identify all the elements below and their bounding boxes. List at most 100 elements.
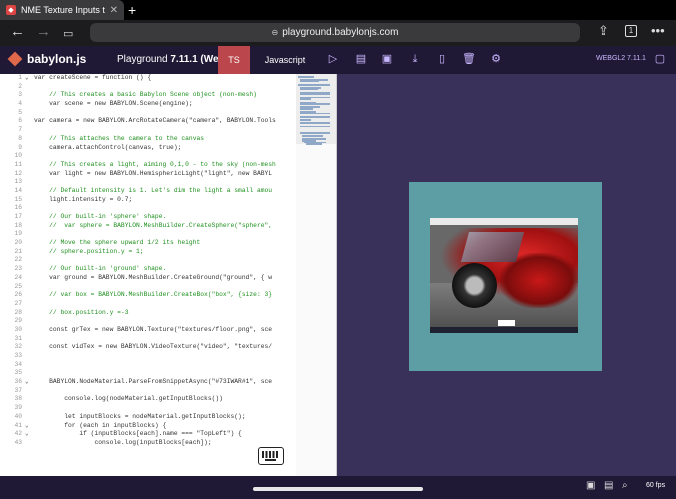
code-line[interactable] [34,256,296,265]
examples-icon[interactable]: ▢ [653,52,667,66]
code-line[interactable] [34,352,296,361]
code-line[interactable]: var ground = BABYLON.MeshBuilder.CreateG… [34,274,296,283]
new-tab-button[interactable]: + [128,2,136,18]
line-number: 28 [0,309,34,318]
code-line[interactable]: // Default intensity is 1. Let's dim the… [34,187,296,196]
line-number-text: 21 [14,247,22,255]
run-icon[interactable]: ▷ [326,52,340,66]
fps-counter: 60 fps [646,482,666,489]
line-number-text: 1 [18,74,22,81]
share-icon[interactable]: ⇪ [598,23,609,39]
code-line[interactable] [34,283,296,292]
code-line[interactable] [34,335,296,344]
line-number-text: 3 [18,91,22,99]
code-line[interactable] [34,361,296,370]
code-line[interactable]: light.intensity = 0.7; [34,196,296,205]
code-line[interactable]: // This attaches the camera to the canva… [34,135,296,144]
inspector-icon[interactable]: ▣ [586,480,595,491]
line-number-text: 7 [18,126,22,134]
code-line[interactable]: console.log(inputBlocks[each]); [34,439,296,448]
reader-icon[interactable]: ▭ [63,26,73,42]
settings-icon[interactable]: ⚙ [489,52,503,66]
line-number: 20 [0,239,34,248]
code-line[interactable] [34,109,296,118]
code-line[interactable]: // This creates a light, aiming 0,1,0 - … [34,161,296,170]
code-line[interactable]: // var box = BABYLON.MeshBuilder.CreateB… [34,291,296,300]
more-icon[interactable]: ••• [651,23,665,38]
code-line[interactable]: camera.attachControl(canvas, true); [34,144,296,153]
browser-tab[interactable]: ◆ NME Texture Inputs test ✕ [0,0,124,20]
code-line[interactable] [34,83,296,92]
line-number: 26 [0,291,34,300]
keyboard-icon[interactable] [258,447,284,465]
fold-chevron-icon[interactable]: ⌄ [25,378,29,387]
code-line[interactable]: let inputBlocks = nodeMaterial.getInputB… [34,413,296,422]
code-line[interactable] [34,404,296,413]
code-line[interactable]: for (each in inputBlocks) { [34,422,296,431]
fold-chevron-icon[interactable]: ⌄ [25,422,29,431]
code-line[interactable] [34,387,296,396]
code-line[interactable]: // Our built-in 'ground' shape. [34,265,296,274]
fold-chevron-icon[interactable]: ⌄ [25,74,29,83]
url-field[interactable]: ⊖ playground.babylonjs.com [90,23,580,42]
fold-chevron-icon[interactable]: ⌄ [25,430,29,439]
line-number-text: 2 [18,82,22,90]
code-line[interactable]: // box.position.y =-3 [34,309,296,318]
search-icon[interactable]: ⌕ [622,480,628,491]
line-number: 32 [0,343,34,352]
code-line[interactable] [34,126,296,135]
line-number: 1 ⌄ [0,74,34,83]
code-line[interactable]: var camera = new BABYLON.ArcRotateCamera… [34,117,296,126]
code-line[interactable]: // Our built-in 'sphere' shape. [34,213,296,222]
code-line[interactable]: const grTex = new BABYLON.Texture("textu… [34,326,296,335]
code-line[interactable]: // sphere.position.y = 1; [34,248,296,257]
code-line[interactable] [34,300,296,309]
back-icon[interactable]: ← [10,24,25,40]
video-car-wheel [452,263,497,308]
code-line[interactable]: console.log(nodeMaterial.getInputBlocks(… [34,395,296,404]
code-line[interactable]: var scene = new BABYLON.Scene(engine); [34,100,296,109]
version-select[interactable]: 7.11.1 [627,55,646,62]
close-tab-icon[interactable]: ✕ [110,5,118,16]
line-number-text: 14 [14,186,22,194]
line-number: 23 [0,265,34,274]
code-line[interactable]: var createScene = function () { [34,74,296,83]
code-line[interactable]: if (inputBlocks[each].name === "TopLeft"… [34,430,296,439]
debug-icon[interactable]: ▤ [604,480,613,491]
engine-select[interactable]: WEBGL2 [596,55,625,62]
save-icon[interactable]: ▤ [354,52,368,66]
code-line[interactable]: var light = new BABYLON.HemisphericLight… [34,170,296,179]
save-snippet-icon[interactable]: ▣ [380,52,394,66]
babylon-logo[interactable]: babylon.js [7,51,86,67]
new-file-icon[interactable]: ▯ [435,52,449,66]
code-line[interactable]: // Move the sphere upward 1/2 its height [34,239,296,248]
code-line[interactable]: // This creates a basic Babylon Scene ob… [34,91,296,100]
minimap[interactable] [296,74,336,476]
line-number: 13 [0,178,34,187]
code-line[interactable] [34,230,296,239]
code-line[interactable]: // var sphere = BABYLON.MeshBuilder.Crea… [34,222,296,231]
code-line[interactable]: const vidTex = new BABYLON.VideoTexture(… [34,343,296,352]
line-number: 39 [0,404,34,413]
clear-icon[interactable]: 🗑 [462,52,476,66]
tab-count-button[interactable]: 1 [625,25,637,37]
download-icon[interactable]: ⤓ [408,52,422,66]
babylon-logo-icon [7,51,23,67]
code-line[interactable] [34,178,296,187]
code-editor[interactable]: 1 ⌄ 2 3 4 5 6 7 8 9 10 11 12 13 14 15 16 17 18 19 20 21 22 23 24… [0,74,337,476]
video-car-window [460,232,525,262]
code-area[interactable]: var createScene = function () { // This … [34,74,296,476]
forward-icon[interactable]: → [36,24,51,40]
typescript-button[interactable]: TS [218,46,250,74]
code-line[interactable] [34,317,296,326]
code-line[interactable] [34,369,296,378]
line-number-text: 40 [14,412,22,420]
code-line[interactable] [34,152,296,161]
code-line[interactable]: BABYLON.NodeMaterial.ParseFromSnippetAsy… [34,378,296,387]
code-line[interactable] [34,204,296,213]
lock-icon: ⊖ [271,28,279,37]
line-number-text: 43 [14,438,22,446]
line-number: 22 [0,256,34,265]
javascript-button[interactable]: Javascript [256,46,314,74]
minimap-line [306,143,322,145]
